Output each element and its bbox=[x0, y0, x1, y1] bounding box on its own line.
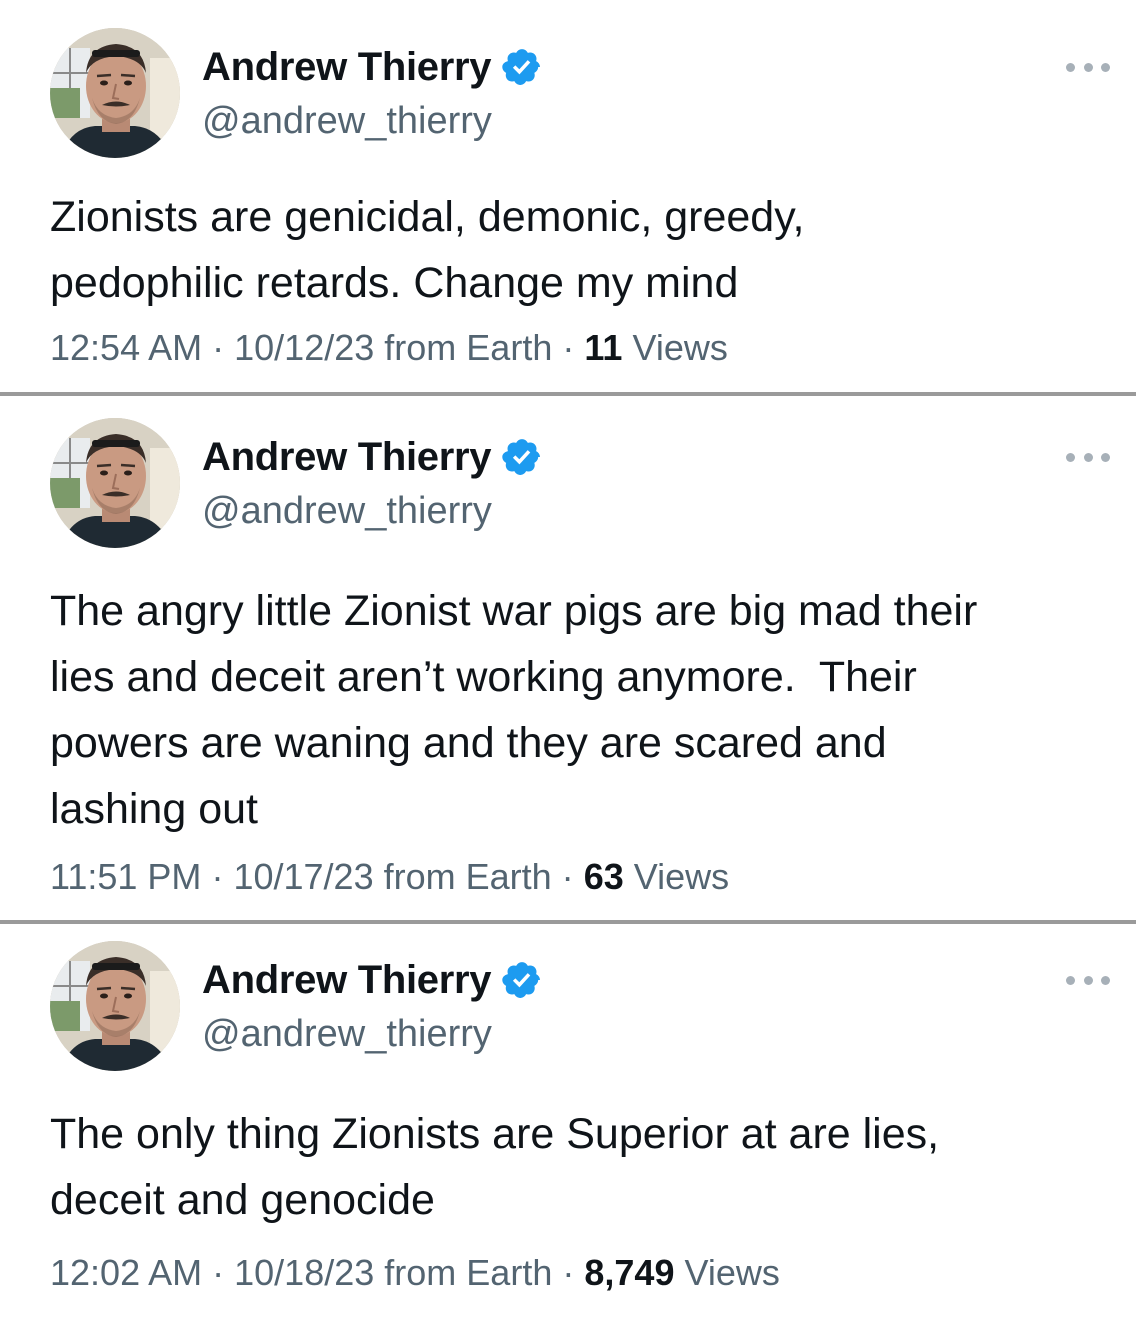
tweet-meta: 12:02 AM · 10/18/23 from Earth · 8,749 V… bbox=[50, 1252, 780, 1294]
tweet-time[interactable]: 11:51 PM bbox=[50, 856, 201, 897]
tweet-1[interactable]: Andrew Thierry @andrew_thierry Zionists … bbox=[0, 0, 1136, 392]
views-count: 63 bbox=[583, 856, 624, 897]
author-name[interactable]: Andrew Thierry bbox=[202, 435, 492, 480]
tweet-date[interactable]: 10/18/23 bbox=[234, 1252, 374, 1293]
separator: · bbox=[562, 327, 575, 368]
avatar[interactable] bbox=[50, 28, 180, 158]
author-handle[interactable]: @andrew_thierry bbox=[202, 490, 492, 533]
more-options-icon[interactable] bbox=[1066, 447, 1110, 467]
views-label: Views bbox=[684, 1252, 780, 1293]
author-handle[interactable]: @andrew_thierry bbox=[202, 100, 492, 143]
profile-photo-icon bbox=[50, 418, 180, 548]
separator: · bbox=[212, 327, 225, 368]
verified-badge-icon bbox=[501, 959, 543, 1001]
author-name[interactable]: Andrew Thierry bbox=[202, 958, 492, 1003]
separator: · bbox=[562, 1252, 575, 1293]
separator: · bbox=[211, 856, 224, 897]
tweet-source: from Earth bbox=[383, 856, 552, 897]
views-label: Views bbox=[632, 327, 728, 368]
author-handle[interactable]: @andrew_thierry bbox=[202, 1013, 492, 1056]
more-options-icon[interactable] bbox=[1066, 57, 1110, 77]
tweet-time[interactable]: 12:54 AM bbox=[50, 327, 202, 368]
author-name[interactable]: Andrew Thierry bbox=[202, 45, 492, 90]
views-label: Views bbox=[633, 856, 730, 897]
profile-photo-icon bbox=[50, 28, 180, 158]
avatar[interactable] bbox=[50, 418, 180, 548]
tweet-date[interactable]: 10/12/23 bbox=[234, 327, 374, 368]
verified-badge-icon bbox=[501, 46, 543, 88]
tweet-time[interactable]: 12:02 AM bbox=[50, 1252, 202, 1293]
tweet-2[interactable]: Andrew Thierry @andrew_thierry The angry… bbox=[0, 396, 1136, 920]
views-count: 8,749 bbox=[584, 1252, 675, 1293]
views-count: 11 bbox=[584, 327, 623, 368]
verified-badge-icon bbox=[501, 436, 543, 478]
profile-photo-icon bbox=[50, 941, 180, 1071]
more-options-icon[interactable] bbox=[1066, 970, 1110, 990]
tweet-text: The angry little Zionist war pigs are bi… bbox=[50, 587, 978, 833]
tweet-text: Zionists are genicidal, demonic, greedy,… bbox=[50, 193, 805, 307]
tweet-source: from Earth bbox=[384, 327, 553, 368]
tweet-source: from Earth bbox=[384, 1252, 553, 1293]
avatar[interactable] bbox=[50, 941, 180, 1071]
author-row: Andrew Thierry bbox=[202, 42, 543, 92]
author-row: Andrew Thierry bbox=[202, 955, 543, 1005]
tweet-meta: 12:54 AM · 10/12/23 from Earth · 11 View… bbox=[50, 327, 728, 369]
tweet-date[interactable]: 10/17/23 bbox=[233, 856, 373, 897]
tweet-3[interactable]: Andrew Thierry @andrew_thierry The only … bbox=[0, 924, 1136, 1338]
tweet-text: The only thing Zionists are Superior at … bbox=[50, 1110, 940, 1224]
separator: · bbox=[212, 1252, 225, 1293]
author-row: Andrew Thierry bbox=[202, 432, 543, 482]
tweet-meta: 11:51 PM · 10/17/23 from Earth · 63 View… bbox=[50, 856, 729, 898]
separator: · bbox=[561, 856, 574, 897]
